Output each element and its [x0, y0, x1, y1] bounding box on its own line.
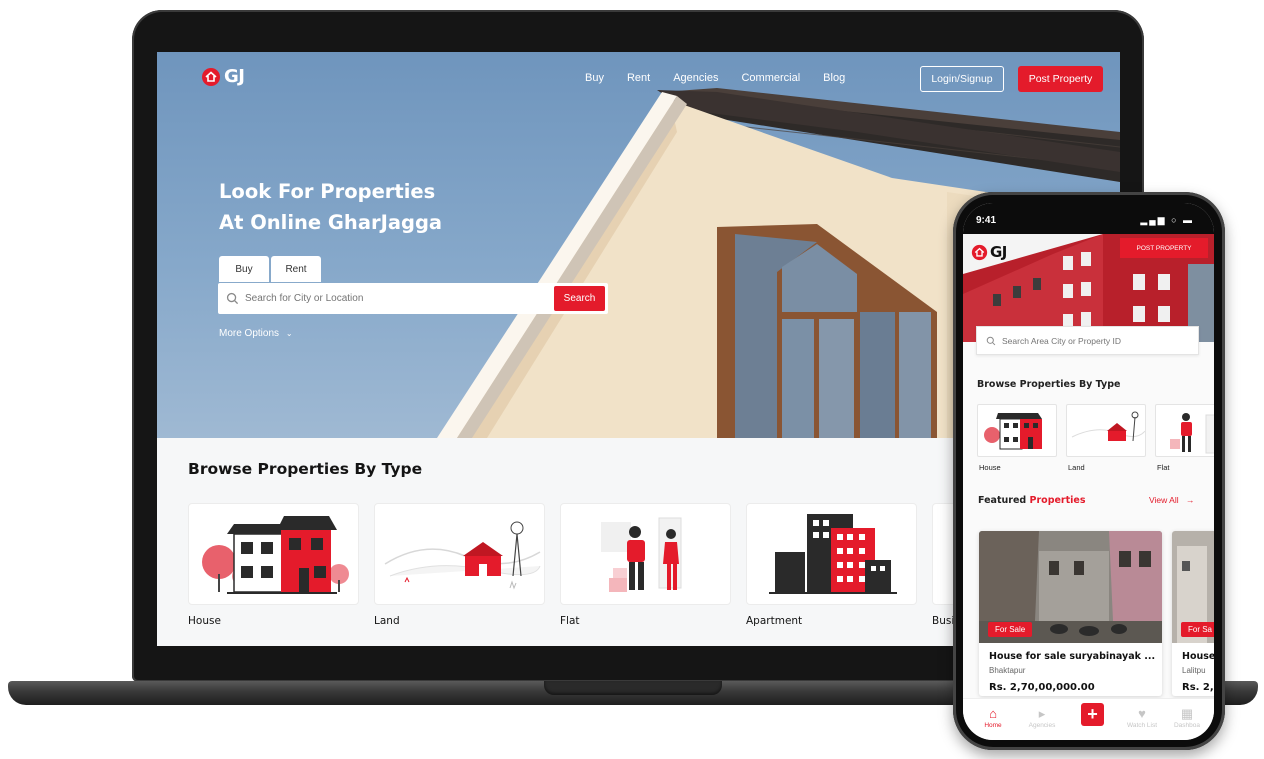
- for-sale-badge: For Sale: [988, 622, 1033, 637]
- login-signup-button[interactable]: Login/Signup: [920, 66, 1004, 92]
- bottom-tab-bar: ⌂ Home ▸ Agencies + ♥ Watch List ▦ Dashb…: [963, 698, 1214, 740]
- tab-home[interactable]: ⌂ Home: [973, 707, 1013, 729]
- tab-watch-list[interactable]: ♥ Watch List: [1122, 707, 1162, 729]
- nav-rent[interactable]: Rent: [627, 72, 650, 84]
- mobile-type-card-house[interactable]: [977, 404, 1057, 457]
- search-input[interactable]: [245, 293, 545, 304]
- home-icon: ⌂: [989, 706, 997, 721]
- status-time: 9:41: [976, 215, 997, 226]
- site-logo[interactable]: GJ: [201, 66, 245, 87]
- status-bar: 9:41 ▂▄▆ ○ ▬: [963, 203, 1214, 235]
- mobile-screen: 9:41 ▂▄▆ ○ ▬ GJ POST PROPERTY Search Are…: [963, 203, 1214, 740]
- land-illustration: [1071, 411, 1145, 442]
- more-options-label: More Options: [219, 328, 280, 339]
- mobile-logo-text: GJ: [990, 243, 1007, 261]
- featured-prefix: Featured: [978, 495, 1027, 506]
- listing-location: Bhaktapur: [989, 666, 1026, 675]
- mobile-type-label-land: Land: [1068, 463, 1085, 472]
- nav-buy[interactable]: Buy: [585, 72, 604, 84]
- search-tabs: Buy Rent: [219, 256, 321, 282]
- main-nav: Buy Rent Agencies Commercial Blog: [585, 72, 868, 84]
- view-all-link[interactable]: View All →: [1149, 495, 1194, 505]
- hero-heading-line1: Look For Properties: [219, 180, 436, 203]
- type-label-house: House: [188, 615, 221, 627]
- property-type-cards: [188, 503, 972, 605]
- mobile-type-cards: [977, 404, 1214, 457]
- mobile-browse-title: Browse Properties By Type: [977, 379, 1121, 390]
- tab-dashboard-label: Dashboa: [1173, 722, 1201, 729]
- mobile-post-property-button[interactable]: POST PROPERTY: [1120, 238, 1208, 258]
- dashboard-grid-icon: ▦: [1180, 706, 1194, 721]
- listing-card[interactable]: For Sa House Lalitpu Rs. 2,: [1172, 531, 1214, 696]
- add-listing-button[interactable]: +: [1081, 703, 1104, 726]
- featured-accent: Properties: [1029, 495, 1086, 506]
- mobile-logo[interactable]: GJ: [971, 243, 1007, 261]
- mobile-type-card-flat[interactable]: [1155, 404, 1214, 457]
- mobile-type-label-house: House: [979, 463, 1001, 472]
- mobile-type-card-land[interactable]: [1066, 404, 1146, 457]
- type-card-house[interactable]: [188, 503, 359, 605]
- tab-agencies[interactable]: ▸ Agencies: [1022, 707, 1062, 729]
- house-illustration: [984, 413, 1042, 450]
- type-label-flat: Flat: [560, 615, 580, 627]
- property-type-labels: House Land Flat Apartment Busi: [188, 615, 972, 627]
- tab-dashboard[interactable]: ▦ Dashboa: [1167, 707, 1207, 729]
- signal-wifi-battery-icon: ▂▄▆ ○ ▬: [1140, 215, 1194, 225]
- tab-agencies-label: Agencies: [1028, 722, 1056, 729]
- listing-card[interactable]: For Sale House for sale suryabinayak ...…: [979, 531, 1162, 696]
- mobile-type-label-flat: Flat: [1157, 463, 1170, 472]
- land-illustration: [384, 521, 541, 590]
- type-card-apartment[interactable]: [746, 503, 917, 605]
- nav-commercial[interactable]: Commercial: [741, 72, 800, 84]
- search-icon: [986, 336, 996, 345]
- view-all-label: View All: [1149, 495, 1179, 505]
- type-label-apartment: Apartment: [746, 615, 803, 627]
- tab-buy[interactable]: Buy: [219, 256, 269, 282]
- megaphone-icon: ▸: [1038, 706, 1046, 721]
- nav-agencies[interactable]: Agencies: [673, 72, 718, 84]
- type-card-land[interactable]: [374, 503, 545, 605]
- arrow-right-icon: →: [1185, 495, 1195, 505]
- search-bar: Search: [218, 283, 608, 314]
- type-label-land: Land: [374, 615, 400, 627]
- flat-illustration: [1170, 413, 1214, 454]
- hero-heading: Look For Properties At Online GharJagga: [219, 176, 442, 238]
- search-icon: [226, 292, 239, 305]
- house-illustration: [202, 516, 349, 594]
- listing-title: House for sale suryabinayak ...: [989, 651, 1156, 662]
- mobile-search-bar: [976, 326, 1199, 355]
- listing-title: House: [1182, 651, 1214, 662]
- hero-heading-line2: At Online GharJagga: [219, 211, 443, 234]
- home-logo-icon: [202, 67, 220, 86]
- nav-blog[interactable]: Blog: [823, 72, 845, 84]
- browse-section-title: Browse Properties By Type: [188, 460, 423, 478]
- mobile-search-input[interactable]: [1002, 335, 1182, 346]
- heart-icon: ♥: [1138, 706, 1146, 721]
- tab-watch-list-label: Watch List: [1126, 722, 1158, 729]
- more-options-toggle[interactable]: More Options ⌄: [219, 328, 293, 339]
- flat-illustration: [601, 517, 682, 592]
- listing-price: Rs. 2,70,00,000.00: [989, 682, 1095, 693]
- mobile-type-labels: House Land Flat: [979, 463, 1214, 472]
- apartment-illustration: [769, 514, 897, 594]
- home-logo-icon: [971, 244, 988, 260]
- featured-heading: Featured Properties: [978, 495, 1086, 506]
- tab-home-label: Home: [984, 722, 1002, 729]
- listing-location: Lalitpu: [1182, 666, 1206, 675]
- listing-price: Rs. 2,: [1182, 682, 1214, 693]
- search-button[interactable]: Search: [554, 286, 605, 311]
- chevron-down-icon: ⌄: [285, 329, 293, 338]
- laptop-notch: [544, 681, 722, 695]
- tab-rent[interactable]: Rent: [271, 256, 321, 282]
- logo-text: GJ: [224, 66, 245, 87]
- type-card-flat[interactable]: [560, 503, 731, 605]
- for-sale-badge: For Sa: [1181, 622, 1214, 637]
- post-property-button[interactable]: Post Property: [1018, 66, 1103, 92]
